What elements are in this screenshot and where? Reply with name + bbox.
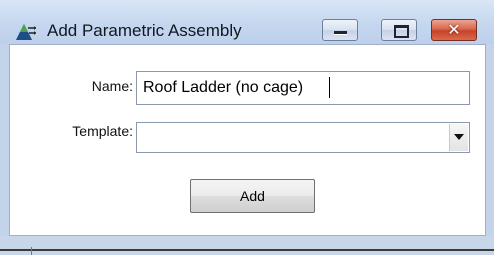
underlying-window-divider: [31, 247, 32, 255]
title-bar[interactable]: Add Parametric Assembly ✕: [0, 0, 494, 44]
template-label: Template:: [72, 123, 133, 139]
dialog-client-area: Name: Template: Add: [9, 44, 486, 236]
triangle-arrows-app-icon: [15, 21, 37, 41]
add-button[interactable]: Add: [190, 179, 315, 213]
window-bottom-frame: [0, 236, 494, 255]
maximize-icon: [394, 25, 409, 38]
minimize-icon: [334, 31, 347, 35]
chevron-down-icon: [454, 134, 464, 140]
close-button[interactable]: ✕: [431, 19, 477, 41]
add-parametric-assembly-window: Add Parametric Assembly ✕ Name: Template…: [0, 0, 494, 255]
window-title: Add Parametric Assembly: [47, 21, 242, 40]
template-dropdown-button[interactable]: [449, 124, 468, 151]
name-input[interactable]: [136, 71, 470, 105]
underlying-window-edge: [0, 249, 494, 251]
minimize-button[interactable]: [322, 19, 358, 41]
template-select[interactable]: [136, 122, 470, 153]
text-caret: [329, 77, 330, 98]
maximize-button[interactable]: [381, 19, 417, 41]
close-icon: ✕: [447, 20, 461, 39]
name-label: Name:: [91, 78, 133, 94]
